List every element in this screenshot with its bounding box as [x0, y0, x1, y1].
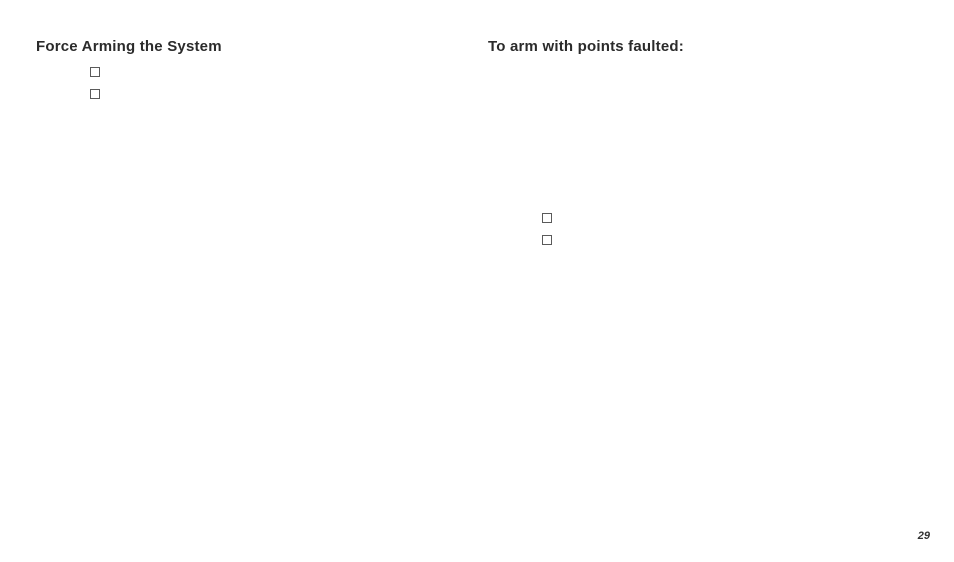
checkbox-icon — [90, 67, 100, 77]
right-lower-block — [542, 211, 908, 245]
heading-force-arming: Force Arming the System — [36, 38, 446, 55]
checkbox-icon — [542, 213, 552, 223]
checkbox-icon — [90, 89, 100, 99]
checkbox-row — [90, 65, 446, 77]
checkbox-row — [542, 211, 908, 223]
checkbox-icon — [542, 235, 552, 245]
checkbox-row — [90, 87, 446, 99]
page: Force Arming the System To arm with poin… — [0, 0, 954, 562]
checkbox-row — [542, 233, 908, 245]
page-number: 29 — [918, 530, 930, 542]
right-column: To arm with points faulted: — [488, 38, 908, 245]
left-column: Force Arming the System — [36, 38, 446, 99]
heading-arm-with-faulted: To arm with points faulted: — [488, 38, 908, 55]
